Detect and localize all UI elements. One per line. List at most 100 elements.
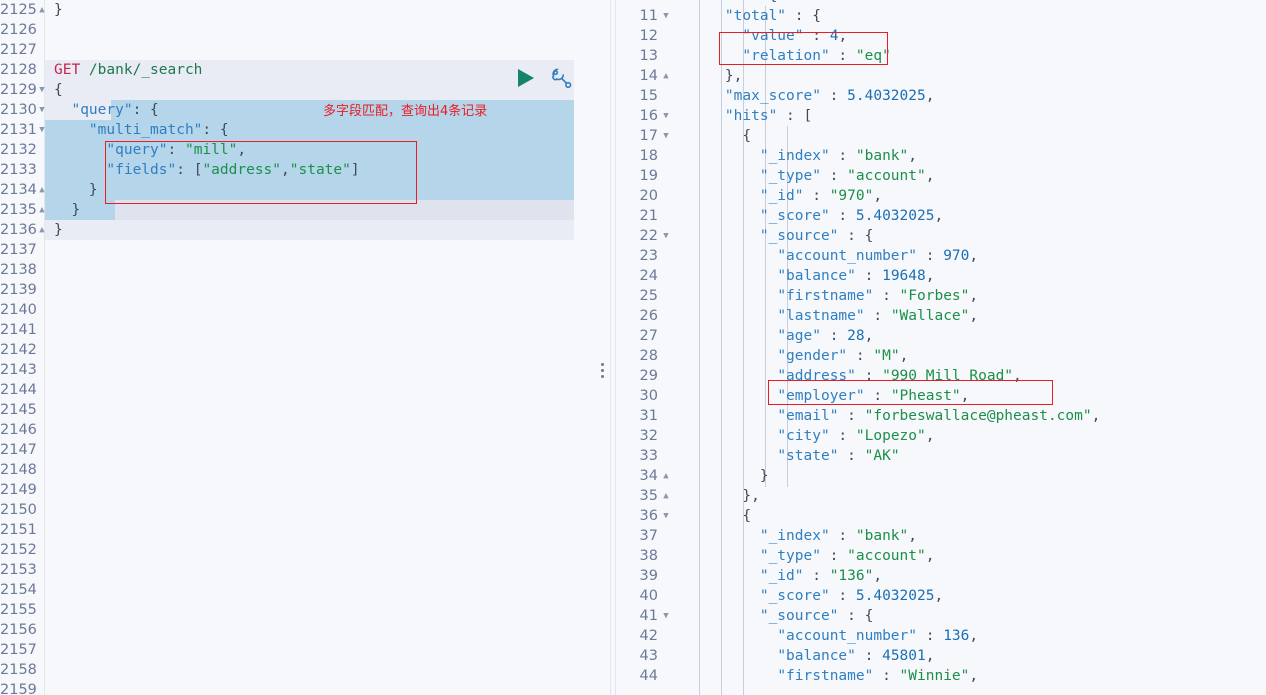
fold-collapse-icon[interactable]: ▼	[36, 100, 48, 120]
code-line[interactable]: "balance" : 19648,	[680, 266, 1266, 286]
code-line[interactable]	[45, 360, 610, 380]
code-token: "state"	[289, 162, 351, 178]
code-line[interactable]	[45, 240, 610, 260]
fold-collapse-icon[interactable]: ▼	[36, 120, 48, 140]
code-line[interactable]	[45, 320, 610, 340]
request-code-area[interactable]: } GET /bank/_search{ "query": { "multi_ma…	[45, 0, 610, 695]
code-line[interactable]: },	[680, 486, 1266, 506]
fold-expand-icon[interactable]: ▲	[36, 220, 48, 240]
code-line[interactable]: "_index" : "bank",	[680, 526, 1266, 546]
code-line[interactable]: "city" : "Lopezo",	[680, 426, 1266, 446]
code-line[interactable]: "_score" : 5.4032025,	[680, 586, 1266, 606]
code-line[interactable]: "address" : "990 Mill Road",	[680, 366, 1266, 386]
code-line[interactable]: "_id" : "136",	[680, 566, 1266, 586]
code-line[interactable]	[45, 380, 610, 400]
code-line[interactable]: }	[45, 220, 610, 240]
code-line[interactable]: "value" : 4,	[680, 26, 1266, 46]
code-line[interactable]: {	[680, 126, 1266, 146]
code-line[interactable]: "balance" : 45801,	[680, 646, 1266, 666]
code-line[interactable]: "_score" : 5.4032025,	[680, 206, 1266, 226]
fold-collapse-icon[interactable]: ▼	[660, 126, 672, 146]
fold-collapse-icon[interactable]: ▼	[36, 80, 48, 100]
fold-expand-icon[interactable]: ▲	[36, 0, 48, 20]
fold-expand-icon[interactable]: ▲	[36, 180, 48, 200]
fold-expand-icon[interactable]: ▲	[660, 466, 672, 486]
code-line[interactable]: "email" : "forbeswallace@pheast.com",	[680, 406, 1266, 426]
code-line[interactable]: "firstname" : "Winnie",	[680, 666, 1266, 686]
code-line[interactable]: "_type" : "account",	[680, 166, 1266, 186]
code-line[interactable]: "_index" : "bank",	[680, 146, 1266, 166]
line-number: 22	[639, 228, 658, 244]
code-line[interactable]	[45, 580, 610, 600]
code-line[interactable]	[45, 600, 610, 620]
code-token: :	[917, 628, 944, 644]
response-code-area[interactable]: hits : { "total" : { "value" : 4, "relat…	[680, 0, 1266, 695]
code-line[interactable]: }	[45, 0, 610, 20]
pane-resize-handle[interactable]	[601, 363, 605, 383]
code-line[interactable]: "gender" : "M",	[680, 346, 1266, 366]
code-line[interactable]	[45, 500, 610, 520]
code-line[interactable]: "_source" : {	[680, 606, 1266, 626]
request-gutter[interactable]: 2125 ▲ 2126 2127 2128 2129 ▼ 2130 ▼ 2131 ▼ 2132 2133…	[0, 0, 45, 695]
code-token: "_source"	[759, 228, 839, 244]
code-line[interactable]	[45, 340, 610, 360]
fold-collapse-icon[interactable]: ▼	[660, 106, 672, 126]
fold-expand-icon[interactable]: ▲	[660, 66, 672, 86]
line-number: 2137	[0, 242, 37, 258]
wrench-icon[interactable]	[549, 66, 573, 94]
code-line[interactable]: },	[680, 66, 1266, 86]
code-line[interactable]	[45, 460, 610, 480]
code-line[interactable]: "_type" : "account",	[680, 546, 1266, 566]
code-line[interactable]	[45, 540, 610, 560]
code-line[interactable]: }	[45, 200, 610, 220]
code-line[interactable]	[45, 680, 610, 695]
code-line[interactable]: "age" : 28,	[680, 326, 1266, 346]
code-token: "_source"	[759, 608, 839, 624]
code-line[interactable]: "relation" : "eq"	[680, 46, 1266, 66]
code-line[interactable]: "employer" : "Pheast",	[680, 386, 1266, 406]
fold-collapse-icon[interactable]: ▼	[660, 506, 672, 526]
code-line[interactable]	[45, 660, 610, 680]
code-line[interactable]: "account_number" : 136,	[680, 626, 1266, 646]
code-line[interactable]	[45, 620, 610, 640]
code-line-text: "email" : "forbeswallace@pheast.com",	[690, 406, 1100, 426]
code-line[interactable]: "hits" : [	[680, 106, 1266, 126]
code-token: ,	[838, 28, 848, 44]
code-line[interactable]: "total" : {	[680, 6, 1266, 26]
code-line[interactable]	[45, 520, 610, 540]
code-line[interactable]	[45, 300, 610, 320]
fold-collapse-icon[interactable]: ▼	[660, 606, 672, 626]
code-line[interactable]	[45, 260, 610, 280]
fold-collapse-icon[interactable]: ▼	[660, 6, 672, 26]
code-line[interactable]	[45, 560, 610, 580]
code-token: {	[690, 128, 752, 144]
code-line[interactable]	[45, 280, 610, 300]
code-line[interactable]	[45, 640, 610, 660]
code-line[interactable]	[45, 480, 610, 500]
request-editor-pane[interactable]: 2125 ▲ 2126 2127 2128 2129 ▼ 2130 ▼ 2131 ▼ 2132 2133…	[0, 0, 610, 695]
code-line[interactable]	[45, 40, 610, 60]
play-icon[interactable]	[518, 69, 534, 87]
response-viewer-pane[interactable]: 10▼11▼121314▲1516▼17▼1819202122▼23242526…	[616, 0, 1266, 695]
code-token: "address"	[777, 368, 856, 384]
response-gutter[interactable]: 10▼11▼121314▲1516▼17▼1819202122▼23242526…	[616, 0, 680, 695]
code-line[interactable]: "lastname" : "Wallace",	[680, 306, 1266, 326]
code-line[interactable]	[45, 420, 610, 440]
code-line[interactable]: }	[680, 466, 1266, 486]
code-line[interactable]	[45, 400, 610, 420]
code-line[interactable]	[45, 440, 610, 460]
fold-expand-icon[interactable]: ▲	[660, 486, 672, 506]
code-line[interactable]: {	[680, 506, 1266, 526]
code-line[interactable]: "max_score" : 5.4032025,	[680, 86, 1266, 106]
code-line[interactable]: "_source" : {	[680, 226, 1266, 246]
code-line[interactable]: "firstname" : "Forbes",	[680, 286, 1266, 306]
code-line[interactable]: "_id" : "970",	[680, 186, 1266, 206]
code-line[interactable]	[45, 20, 610, 40]
fold-collapse-icon[interactable]: ▼	[660, 226, 672, 246]
code-token: "firstname"	[777, 668, 874, 684]
fold-expand-icon[interactable]: ▲	[36, 200, 48, 220]
code-line[interactable]: "account_number" : 970,	[680, 246, 1266, 266]
code-line[interactable]: "state" : "AK"	[680, 446, 1266, 466]
code-token: ,	[934, 208, 944, 224]
code-token: ,	[969, 248, 979, 264]
